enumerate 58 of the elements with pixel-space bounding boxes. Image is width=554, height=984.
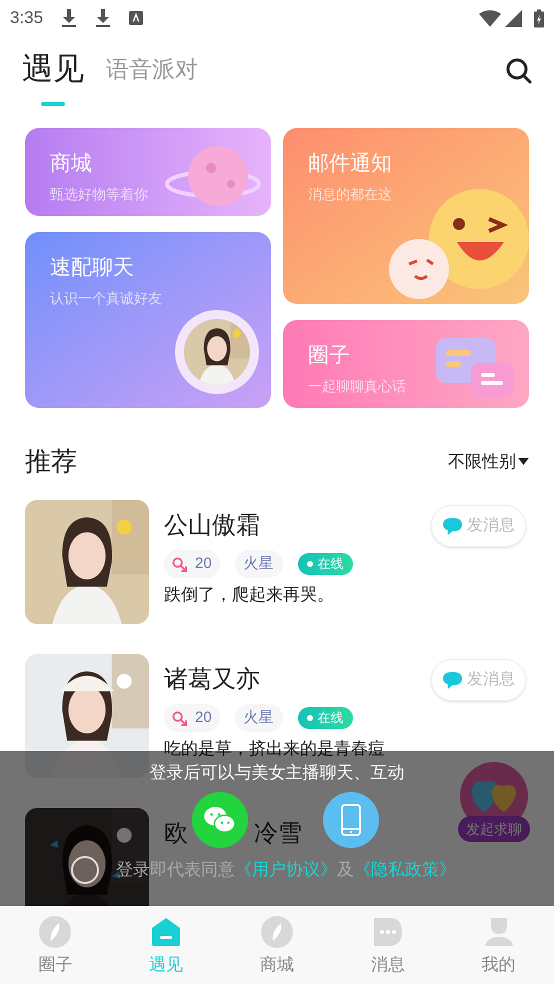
nav-tab[interactable]: 圈子 [0,906,111,984]
chat-icon [372,916,404,948]
feature-card[interactable]: 速配聊天 认识一个真诚好友 [25,232,271,408]
feature-card[interactable]: 商城 甄选好物等着你 [25,128,271,216]
wechat-icon [203,806,237,834]
gender-icon [172,710,187,726]
caret-icon [518,458,529,465]
chat-bubble-icon [442,670,463,690]
message-button[interactable]: 发消息 [431,505,526,547]
compass-icon [39,916,72,948]
wifi-icon [479,10,501,26]
agree-checkbox[interactable] [71,856,99,884]
signal-icon [505,10,522,26]
place-tag: 火星 [234,550,283,578]
feature-card[interactable]: 邮件通知 消息的都在这 [283,128,529,304]
status-time: 3:35 [10,7,44,30]
feature-card[interactable]: 圈子 一起聊聊真心话 [283,320,529,408]
nav-tab[interactable]: 商城 [222,906,332,984]
card-title: 圈子 [308,343,351,369]
privacy-policy-link[interactable]: 《隐私政策》 [354,860,456,880]
card-subtitle: 甄选好物等着你 [50,185,149,204]
keyboard-icon [129,11,144,25]
gender-filter[interactable]: 不限性别 [448,448,529,474]
card-title: 商城 [50,151,93,177]
card-subtitle: 认识一个真诚好友 [50,289,163,308]
start-chat-button[interactable]: 发起求聊 [458,762,530,842]
search-icon[interactable] [506,58,532,84]
nav-tab[interactable]: 我的 [443,906,554,984]
card-title: 邮件通知 [308,151,393,177]
person-icon [482,916,515,948]
user-name: 诸葛又亦 [164,665,260,695]
gender-icon [172,556,187,572]
download-icon [95,9,112,27]
card-title: 速配聊天 [50,255,135,281]
chat-bubble-icon [442,516,463,536]
place-tag: 火星 [234,704,283,732]
online-badge: 在线 [298,707,353,729]
nav-tab[interactable]: 消息 [332,906,444,984]
online-badge: 在线 [298,553,353,575]
user-agreement-link[interactable]: 《用户协议》 [235,860,337,880]
user-name-fragment: 冷雪 [254,819,302,849]
phone-icon [341,804,361,836]
battery-icon [534,8,544,28]
user-bio: 跌倒了，爬起来再哭。 [164,584,335,606]
nav-tab[interactable]: 遇见 [110,906,222,984]
card-subtitle: 一起聊聊真心话 [308,377,407,396]
compass-icon [260,916,293,948]
section-title: 推荐 [25,445,77,478]
user-name-fragment: 欧 [164,819,188,849]
user-name: 公山傲霜 [164,511,260,541]
card-subtitle: 消息的都在这 [308,185,393,204]
home-icon [150,916,182,948]
tab-indicator [41,102,65,106]
message-button[interactable]: 发消息 [431,659,526,701]
header-tab[interactable]: 遇见 [22,46,84,96]
header-tab[interactable]: 语音派对 [106,52,198,90]
overlay-title: 登录后可以与美女主播聊天、互动 [150,762,404,784]
download-icon [61,9,78,27]
